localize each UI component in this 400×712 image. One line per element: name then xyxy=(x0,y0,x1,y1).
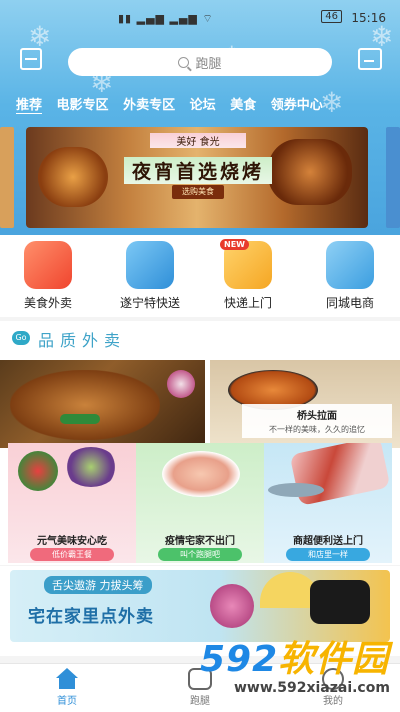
tile-button[interactable]: 和店里一样 xyxy=(286,548,370,561)
tile-button[interactable]: 叫个跑腿吧 xyxy=(158,548,242,561)
service-label: 快递上门 xyxy=(223,296,272,310)
tile-button[interactable]: 低价霸王餐 xyxy=(30,548,114,561)
search-bar[interactable]: 跑腿 xyxy=(68,48,332,76)
banner-headline: 夜宵首选烧烤 xyxy=(124,157,272,184)
tile-caption: 疫情宅家不出门 xyxy=(165,536,235,547)
promo-tag: 舌尖遨游 力拔头筹 xyxy=(44,576,152,594)
banner-prev-peek[interactable] xyxy=(0,127,14,228)
fruit-bowl-image xyxy=(64,447,118,487)
tile-caption: 商超便利送上门 xyxy=(293,536,363,547)
tab-home-label: 首页 xyxy=(57,696,77,707)
service-grid: 美食外卖 遂宁特快送 NEW 快递上门 同城电商 xyxy=(0,235,400,317)
tile-cheap-meals[interactable]: 元气美味安心吃 低价霸王餐 xyxy=(8,443,136,563)
feature-food-card[interactable] xyxy=(0,360,205,448)
tab-movies[interactable]: 电影专区 xyxy=(57,98,109,113)
section-header: Go 品质外卖 xyxy=(0,321,400,355)
skewer-image xyxy=(268,139,352,205)
tab-forum[interactable]: 论坛 xyxy=(190,98,216,113)
watermelon-image xyxy=(18,451,58,491)
tab-food[interactable]: 美食 xyxy=(230,98,256,113)
status-bar: ▮▮ ▂▄▆ ▂▄▆ ⌔ 46 15:16 xyxy=(0,0,400,34)
bbq-image xyxy=(38,147,108,207)
delivery-box-icon xyxy=(126,241,174,289)
service-label: 美食外卖 xyxy=(23,296,72,310)
home-icon xyxy=(54,668,80,690)
watermark-url: www.592xiazai.com xyxy=(234,680,390,696)
section-icon: Go xyxy=(12,331,30,345)
site-watermark: 592软件园 www.592xiazai.com xyxy=(196,630,396,708)
pepper-image xyxy=(60,414,100,424)
banner-brand: 美好 食光 xyxy=(150,133,246,148)
noodle-subtitle: 不一样的美味，久久的追忆 xyxy=(269,425,365,434)
section-title: 品质外卖 xyxy=(38,331,127,350)
burger-icon xyxy=(24,241,72,289)
tile-supermarket[interactable]: 商超便利送上门 和店里一样 xyxy=(264,443,392,563)
search-icon xyxy=(178,56,190,68)
service-express[interactable]: 遂宁特快送 xyxy=(110,241,190,311)
tab-takeout[interactable]: 外卖专区 xyxy=(123,98,175,113)
flower-image xyxy=(167,370,195,398)
banner-next-peek[interactable] xyxy=(386,127,400,228)
watermark-text: 软件园 xyxy=(278,639,390,680)
watermark-number: 592 xyxy=(200,639,279,680)
tab-home[interactable]: 首页 xyxy=(32,668,102,707)
category-tabs: 推荐 电影专区 外卖专区 论坛 美食 领券中心 xyxy=(16,94,396,114)
tile-caption: 元气美味安心吃 xyxy=(37,536,107,547)
noodle-caption: 桥头拉面 不一样的美味，久久的追忆 xyxy=(242,404,392,438)
noodle-title: 桥头拉面 xyxy=(297,411,337,422)
shop-icon xyxy=(326,241,374,289)
food-image xyxy=(10,370,160,440)
search-placeholder: 跑腿 xyxy=(195,56,222,72)
service-label: 同城电商 xyxy=(325,296,374,310)
service-food-delivery[interactable]: 美食外卖 xyxy=(8,241,88,311)
sunglasses-image xyxy=(310,580,370,624)
header: ❄ ❄ ❄ ❄ ❄ ▮▮ ▂▄▆ ▂▄▆ ⌔ 46 15:16 跑腿 推荐 电影… xyxy=(0,0,400,235)
shrimp-plate-image xyxy=(162,451,240,497)
parcel-icon: NEW xyxy=(220,239,272,289)
service-local-ecommerce[interactable]: 同城电商 xyxy=(310,241,390,311)
signal-icons: ▮▮ ▂▄▆ ▂▄▆ ⌔ xyxy=(118,12,214,25)
banner-cta[interactable]: 选购美食 xyxy=(172,185,224,199)
promo-headline: 宅在家里点外卖 xyxy=(28,607,154,627)
quality-takeout-grid: 桥头拉面 不一样的美味，久久的追忆 元气美味安心吃 低价霸王餐 疫情宅家不出门 … xyxy=(0,355,400,565)
fish-image xyxy=(268,483,324,497)
clock: 15:16 xyxy=(351,11,386,25)
watermark-logo: 592软件园 xyxy=(200,630,389,682)
drink-image xyxy=(210,584,254,628)
promo-banner[interactable]: 美好 食光 夜宵首选烧烤 选购美食 xyxy=(26,127,368,228)
service-parcel-pickup[interactable]: NEW 快递上门 xyxy=(208,239,288,311)
noodle-card[interactable]: 桥头拉面 不一样的美味，久久的追忆 xyxy=(210,360,400,448)
tile-errand[interactable]: 疫情宅家不出门 叫个跑腿吧 xyxy=(136,443,264,563)
service-label: 遂宁特快送 xyxy=(119,296,180,310)
battery-indicator: 46 xyxy=(321,10,342,23)
new-badge: NEW xyxy=(220,239,249,250)
tab-recommend[interactable]: 推荐 xyxy=(16,98,43,114)
tab-coupons[interactable]: 领券中心 xyxy=(271,98,323,113)
scan-icon[interactable] xyxy=(20,48,42,70)
message-icon[interactable] xyxy=(358,48,382,70)
